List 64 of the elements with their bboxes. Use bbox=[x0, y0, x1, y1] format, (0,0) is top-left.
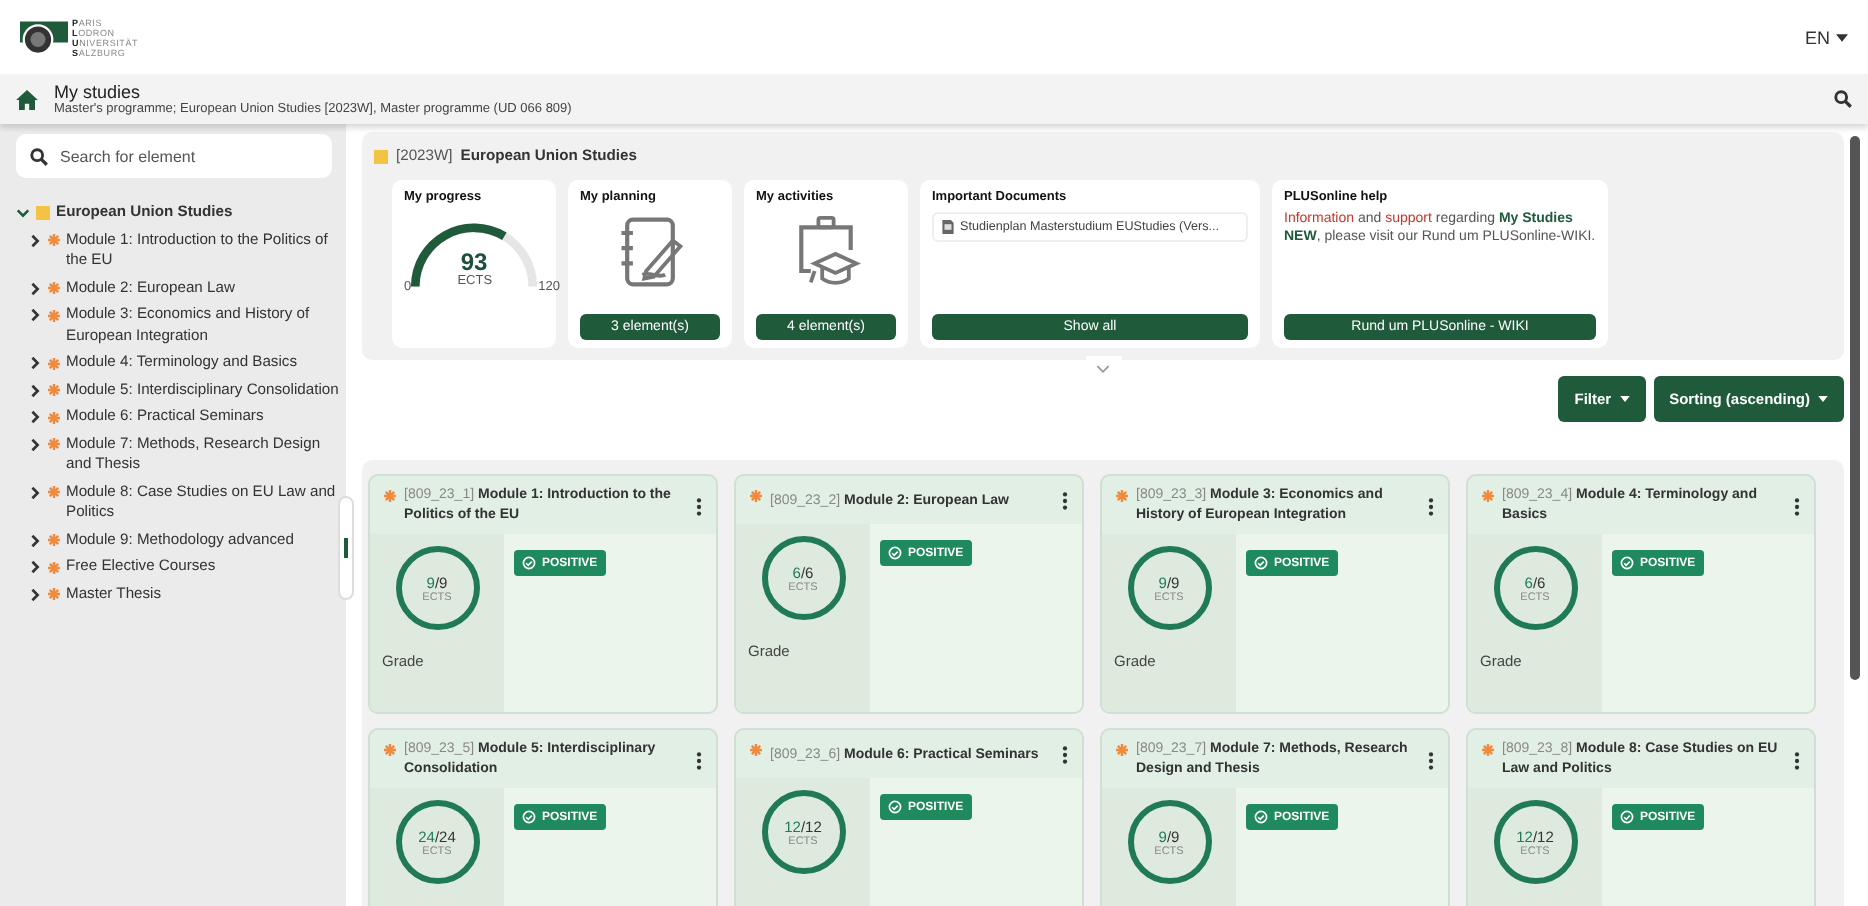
asterisk-icon bbox=[48, 282, 60, 294]
home-icon[interactable] bbox=[16, 89, 38, 109]
page-title: My studies bbox=[54, 82, 143, 102]
asterisk-icon bbox=[1116, 490, 1128, 502]
asterisk-icon bbox=[48, 438, 60, 450]
check-circle-icon bbox=[522, 810, 536, 824]
asterisk-icon bbox=[48, 384, 60, 396]
check-circle-icon bbox=[1254, 556, 1268, 570]
chevron-icon[interactable] bbox=[16, 206, 30, 220]
chevron-icon[interactable] bbox=[28, 587, 42, 601]
more-options-icon[interactable] bbox=[696, 751, 702, 769]
scrollbar-thumb[interactable] bbox=[1850, 136, 1860, 680]
more-options-icon[interactable] bbox=[1428, 497, 1434, 515]
check-circle-icon bbox=[1254, 810, 1268, 824]
chevron-icon[interactable] bbox=[28, 437, 42, 451]
language-menu[interactable]: EN bbox=[1804, 27, 1848, 47]
caret-icon bbox=[1836, 33, 1848, 41]
folder-square-icon bbox=[36, 206, 50, 220]
caret-icon bbox=[1619, 396, 1630, 402]
search-icon bbox=[30, 147, 48, 165]
asterisk-icon bbox=[48, 357, 60, 369]
more-options-icon[interactable] bbox=[1794, 497, 1800, 515]
check-circle-icon bbox=[888, 800, 902, 814]
asterisk-icon bbox=[1482, 490, 1494, 502]
chevron-icon[interactable] bbox=[28, 533, 42, 547]
asterisk-icon bbox=[750, 490, 762, 502]
asterisk-icon bbox=[48, 486, 60, 498]
chevron-icon[interactable] bbox=[28, 356, 42, 370]
more-options-icon[interactable] bbox=[1428, 751, 1434, 769]
check-circle-icon bbox=[888, 546, 902, 560]
folder-square-icon bbox=[374, 149, 388, 163]
chevron-icon[interactable] bbox=[28, 308, 42, 322]
asterisk-icon bbox=[48, 534, 60, 546]
chevron-down-icon bbox=[1096, 363, 1110, 373]
more-options-icon[interactable] bbox=[696, 497, 702, 515]
university-seal-logo bbox=[20, 19, 68, 55]
asterisk-icon bbox=[48, 234, 60, 246]
asterisk-icon bbox=[384, 490, 396, 502]
more-options-icon[interactable] bbox=[1062, 492, 1068, 510]
ects-value: 93 bbox=[460, 248, 488, 276]
check-circle-icon bbox=[1620, 810, 1634, 824]
search-field[interactable]: Search for element bbox=[16, 134, 332, 178]
chevron-icon[interactable] bbox=[28, 410, 42, 424]
more-options-icon[interactable] bbox=[1794, 751, 1800, 769]
document-icon bbox=[942, 220, 954, 234]
chevron-icon[interactable] bbox=[28, 233, 42, 247]
asterisk-icon bbox=[1482, 744, 1494, 756]
asterisk-icon bbox=[48, 561, 60, 573]
search-icon[interactable] bbox=[1834, 90, 1852, 108]
check-circle-icon bbox=[1620, 556, 1634, 570]
asterisk-icon bbox=[48, 588, 60, 600]
asterisk-icon bbox=[48, 411, 60, 423]
asterisk-icon bbox=[384, 744, 396, 756]
asterisk-icon bbox=[750, 744, 762, 756]
chevron-icon[interactable] bbox=[28, 281, 42, 295]
caret-icon bbox=[1818, 396, 1828, 402]
asterisk-icon bbox=[48, 309, 60, 321]
asterisk-icon bbox=[1116, 744, 1128, 756]
chevron-icon[interactable] bbox=[28, 560, 42, 574]
chevron-icon[interactable] bbox=[28, 383, 42, 397]
resize-handle[interactable] bbox=[338, 496, 354, 600]
chevron-icon[interactable] bbox=[28, 485, 42, 499]
check-circle-icon bbox=[522, 556, 536, 570]
more-options-icon[interactable] bbox=[1062, 746, 1068, 764]
